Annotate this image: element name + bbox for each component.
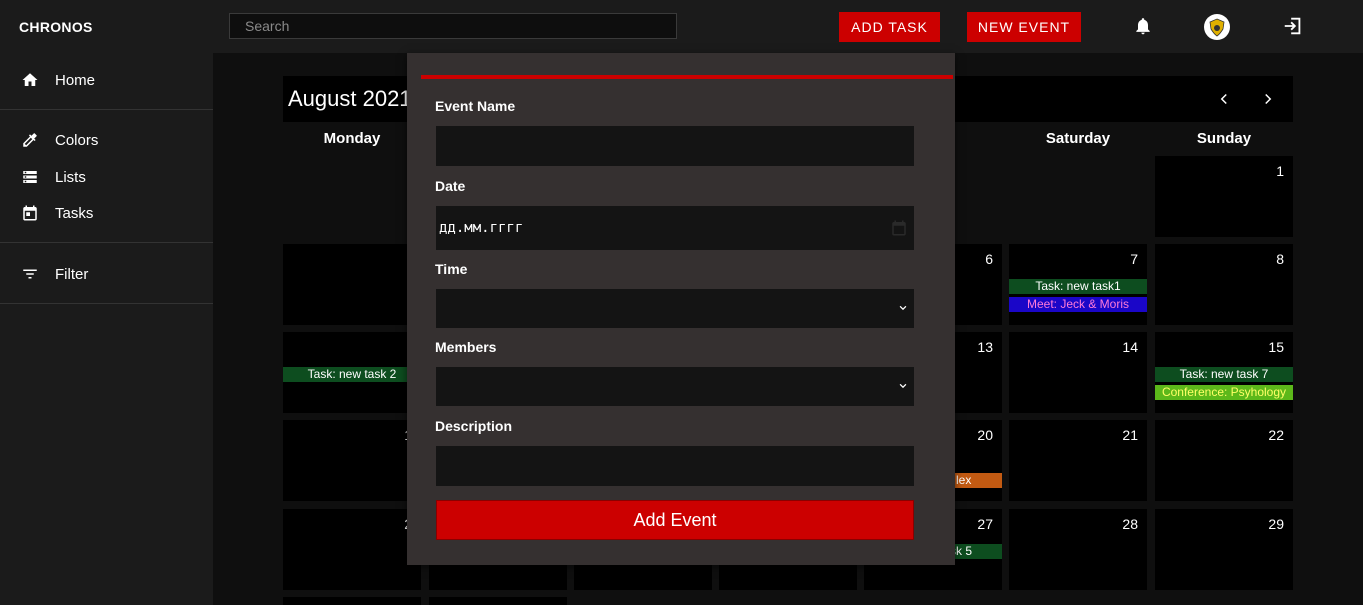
brand-logo[interactable]: CHRONOS <box>19 19 93 35</box>
day-number: 14 <box>1122 339 1138 355</box>
day-cell[interactable]: 2 <box>283 509 421 590</box>
event-chip-meet[interactable]: Meet: Jeck & Moris <box>1009 297 1147 312</box>
day-cell[interactable]: 7 Task: new task1 Meet: Jeck & Moris <box>1009 244 1147 325</box>
date-field[interactable]: дд.мм.гггг <box>436 206 914 250</box>
logout-icon[interactable] <box>1282 15 1304 37</box>
sidebar-item-home[interactable]: Home <box>0 65 213 95</box>
day-number: 13 <box>977 339 993 355</box>
day-cell[interactable]: 28 <box>1009 509 1147 590</box>
day-cell[interactable]: 29 <box>1155 509 1293 590</box>
description-label: Description <box>435 418 513 434</box>
day-cell[interactable]: 21 <box>1009 420 1147 501</box>
day-cell[interactable]: 1 <box>1155 156 1293 237</box>
sidebar: Home Colors Lists Tasks Filter <box>0 53 213 605</box>
day-number: 22 <box>1268 427 1284 443</box>
sidebar-item-label: Home <box>55 72 96 89</box>
sidebar-item-tasks[interactable]: Tasks <box>0 198 213 228</box>
event-name-field[interactable] <box>436 126 914 166</box>
sidebar-divider <box>0 109 213 110</box>
bell-icon[interactable] <box>1133 16 1153 36</box>
new-event-modal: Event Name Date дд.мм.гггг Time Members … <box>407 53 955 565</box>
event-chip-task[interactable]: Task: new task 7 <box>1155 367 1293 382</box>
chevron-down-icon <box>899 383 907 388</box>
day-cell[interactable]: 14 <box>1009 332 1147 413</box>
day-cell[interactable] <box>429 597 567 605</box>
chevron-right-icon[interactable] <box>1259 89 1277 109</box>
avatar-badge-icon <box>1205 15 1229 39</box>
day-number: 6 <box>985 251 993 267</box>
day-cell[interactable]: 8 <box>1155 244 1293 325</box>
description-field[interactable] <box>436 446 914 486</box>
day-number: 8 <box>1276 251 1284 267</box>
day-number: 1 <box>1276 163 1284 179</box>
members-select[interactable] <box>436 367 914 406</box>
chevron-left-icon[interactable] <box>1215 89 1233 109</box>
date-placeholder: дд.мм.гггг <box>439 220 524 236</box>
day-number: 7 <box>1130 251 1138 267</box>
top-bar: CHRONOS ADD TASK NEW EVENT <box>0 0 1363 53</box>
sidebar-item-label: Lists <box>55 169 86 186</box>
sidebar-item-label: Filter <box>55 266 89 283</box>
day-number: 21 <box>1122 427 1138 443</box>
time-select[interactable] <box>436 289 914 328</box>
day-number: 27 <box>977 516 993 532</box>
day-number: 15 <box>1268 339 1284 355</box>
avatar[interactable] <box>1204 14 1230 40</box>
home-icon <box>22 73 38 86</box>
day-cell[interactable]: 15 Task: new task 7 Conference: Psyholog… <box>1155 332 1293 413</box>
day-number: 28 <box>1122 516 1138 532</box>
day-cell[interactable]: 22 <box>1155 420 1293 501</box>
date-label: Date <box>435 178 466 194</box>
weekday-monday: Monday <box>323 130 381 147</box>
list-icon <box>23 171 37 183</box>
add-task-button[interactable]: ADD TASK <box>839 12 940 42</box>
event-name-label: Event Name <box>435 98 516 114</box>
event-chip-task[interactable]: Task: new task 2 <box>283 367 421 382</box>
new-event-button[interactable]: NEW EVENT <box>967 12 1081 42</box>
weekday-sunday: Sunday <box>1196 130 1252 147</box>
sidebar-item-filter[interactable]: Filter <box>0 259 213 289</box>
event-chip-conference[interactable]: Conference: Psyhology <box>1155 385 1293 400</box>
calendar-icon <box>23 205 37 221</box>
day-cell[interactable] <box>283 597 421 605</box>
eyedropper-icon <box>23 133 37 147</box>
calendar-picker-icon[interactable] <box>890 218 908 238</box>
sidebar-item-label: Tasks <box>55 205 94 222</box>
day-cell[interactable]: 1 <box>283 420 421 501</box>
search-input[interactable] <box>229 13 677 39</box>
day-number: 29 <box>1268 516 1284 532</box>
day-cell[interactable] <box>283 244 421 325</box>
filter-icon <box>23 269 37 279</box>
sidebar-item-colors[interactable]: Colors <box>0 125 213 155</box>
sidebar-divider <box>0 242 213 243</box>
sidebar-divider <box>0 303 213 304</box>
month-title: August 2021 <box>288 86 412 111</box>
chevron-down-icon <box>899 305 907 310</box>
time-label: Time <box>435 261 468 277</box>
modal-accent-line <box>421 75 953 79</box>
add-event-button[interactable]: Add Event <box>436 500 914 540</box>
sidebar-item-lists[interactable]: Lists <box>0 162 213 192</box>
event-chip-task[interactable]: Task: new task1 <box>1009 279 1147 294</box>
sidebar-item-label: Colors <box>55 132 99 149</box>
day-cell[interactable]: Task: new task 2 <box>283 332 421 413</box>
members-label: Members <box>435 339 497 355</box>
day-number: 20 <box>977 427 993 443</box>
weekday-saturday: Saturday <box>1045 130 1111 147</box>
